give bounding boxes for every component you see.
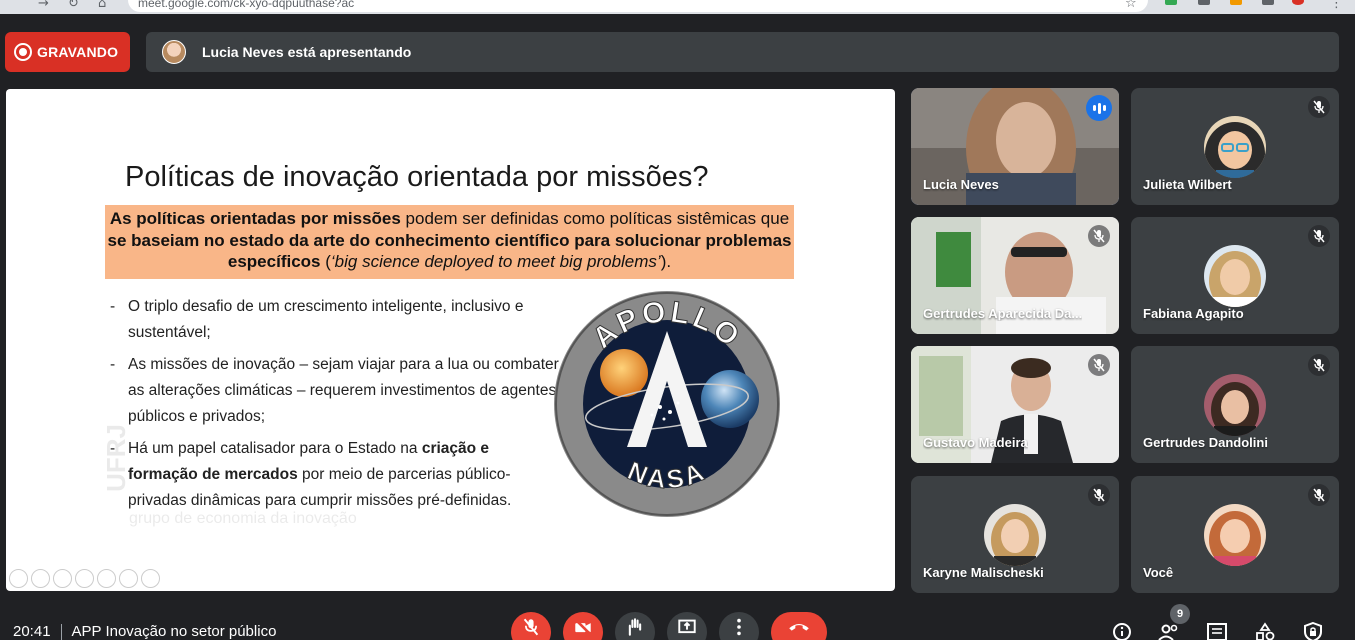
more-options-button[interactable]: [719, 612, 759, 640]
box-text-1: podem ser definidas como políticas sistê…: [400, 209, 790, 228]
mic-off-icon: [523, 618, 539, 636]
mic-off-icon: [1088, 484, 1110, 506]
host-controls-icon[interactable]: [1302, 622, 1324, 640]
participant-name: Gertrudes Aparecida Da...: [923, 306, 1083, 321]
more-options-icon: [737, 618, 741, 636]
address-bar[interactable]: meet.google.com/ck-xyo-dqpuuthase?ac: [128, 0, 1148, 12]
clock-time: 20:41: [13, 623, 51, 640]
hang-up-icon: [789, 623, 809, 631]
participant-name: Você: [1143, 565, 1174, 580]
bullet-item: - O triplo desafio de um crescimento int…: [110, 294, 560, 346]
avatar: [1204, 116, 1266, 178]
shared-screen: Políticas de inovação orientada por miss…: [6, 89, 895, 591]
reload-icon[interactable]: ↻: [68, 0, 79, 11]
people-icon[interactable]: [1158, 622, 1180, 640]
copy-icon[interactable]: [75, 569, 94, 588]
participant-name: Gustavo Madeira: [923, 435, 1028, 450]
mic-off-icon: [1308, 225, 1330, 247]
participant-name: Julieta Wilbert: [1143, 177, 1232, 192]
url-text: meet.google.com/ck-xyo-dqpuuthase?ac: [138, 0, 355, 10]
profile-avatar[interactable]: [1292, 0, 1304, 5]
slide-controls: [9, 569, 160, 588]
browser-menu-icon[interactable]: ⋮: [1330, 0, 1343, 11]
mic-off-icon: [1308, 354, 1330, 376]
box-text-3: ).: [660, 252, 672, 271]
present-now-button[interactable]: [667, 612, 707, 640]
presenter-avatar: [162, 40, 186, 64]
speaking-indicator-icon: [1086, 95, 1112, 121]
browser-toolbar: → ↻ ⌂ meet.google.com/ck-xyo-dqpuuthase?…: [0, 0, 1355, 14]
participant-tile[interactable]: Fabiana Agapito: [1131, 217, 1339, 334]
participant-tile[interactable]: Gustavo Madeira: [911, 346, 1119, 463]
slide-title: Políticas de inovação orientada por miss…: [125, 161, 709, 193]
recording-label: GRAVANDO: [37, 44, 119, 60]
home-icon[interactable]: ⌂: [98, 0, 106, 11]
back-icon[interactable]: →: [38, 0, 49, 11]
more-icon[interactable]: [141, 569, 160, 588]
bullet-text: O triplo desafio de um crescimento intel…: [128, 298, 524, 341]
participant-count-badge: 9: [1170, 604, 1190, 624]
moon-shape: [600, 349, 648, 397]
mic-toggle-button[interactable]: [511, 612, 551, 640]
extension-icon[interactable]: [1262, 0, 1274, 5]
raise-hand-button[interactable]: [615, 612, 655, 640]
pen-icon[interactable]: [53, 569, 72, 588]
participant-tile[interactable]: Julieta Wilbert: [1131, 88, 1339, 205]
participant-tile[interactable]: Gertrudes Dandolini: [1131, 346, 1339, 463]
presenting-text: Lucia Neves está apresentando: [202, 44, 412, 60]
apollo-nasa-logo: APOLLO NASA: [554, 291, 780, 517]
avatar: [1204, 374, 1266, 436]
meeting-info: 20:41 APP Inovação no setor público: [13, 623, 276, 640]
mic-off-icon: [1088, 225, 1110, 247]
box-italic: ‘big science deployed to meet big proble…: [330, 252, 661, 271]
avatar: [984, 504, 1046, 566]
info-icon[interactable]: [1111, 622, 1133, 640]
avatar: [1204, 245, 1266, 307]
participant-tile[interactable]: Você: [1131, 476, 1339, 593]
participant-name: Lucia Neves: [923, 177, 999, 192]
extension-icon[interactable]: [1230, 0, 1242, 5]
box-bold-1: As políticas orientadas por missões: [109, 209, 401, 228]
participant-name: Fabiana Agapito: [1143, 306, 1244, 321]
leave-call-button[interactable]: [771, 612, 827, 640]
record-icon: [14, 43, 32, 61]
prev-slide-icon[interactable]: [9, 569, 28, 588]
avatar: [1204, 504, 1266, 566]
bullet-text: As missões de inovação – sejam viajar pa…: [128, 356, 559, 425]
bullet-text: Há um papel catalisador para o Estado na…: [128, 440, 512, 509]
mic-off-icon: [1308, 484, 1330, 506]
extension-icon[interactable]: [1198, 0, 1210, 5]
definition-box: As políticas orientadas por missões pode…: [105, 205, 794, 279]
meeting-title: APP Inovação no setor público: [71, 623, 277, 640]
extension-icon[interactable]: [1165, 0, 1177, 5]
participant-tile[interactable]: Karyne Malischeski: [911, 476, 1119, 593]
box-text-2: (: [320, 252, 331, 271]
next-slide-icon[interactable]: [31, 569, 50, 588]
bookmark-star-icon[interactable]: ☆: [1125, 0, 1137, 11]
mic-off-icon: [1088, 354, 1110, 376]
participant-tile[interactable]: Lucia Neves: [911, 88, 1119, 205]
bullet-item: - Há um papel catalisador para o Estado …: [110, 436, 560, 514]
raise-hand-icon: [628, 618, 642, 636]
activities-icon[interactable]: [1254, 622, 1276, 640]
present-screen-icon: [678, 619, 696, 634]
recording-badge[interactable]: GRAVANDO: [5, 32, 130, 72]
zoom-icon[interactable]: [97, 569, 116, 588]
participant-tile[interactable]: Gertrudes Aparecida Da...: [911, 217, 1119, 334]
chat-icon[interactable]: [1206, 622, 1228, 640]
camera-off-icon: [574, 618, 592, 636]
participant-name: Gertrudes Dandolini: [1143, 435, 1268, 450]
bullet-list: - O triplo desafio de um crescimento int…: [110, 294, 560, 520]
presenting-banner[interactable]: Lucia Neves está apresentando: [146, 32, 1339, 72]
camera-toggle-button[interactable]: [563, 612, 603, 640]
mic-off-icon: [1308, 96, 1330, 118]
screen-icon[interactable]: [119, 569, 138, 588]
participant-name: Karyne Malischeski: [923, 565, 1044, 580]
bullet-item: - As missões de inovação – sejam viajar …: [110, 352, 560, 430]
